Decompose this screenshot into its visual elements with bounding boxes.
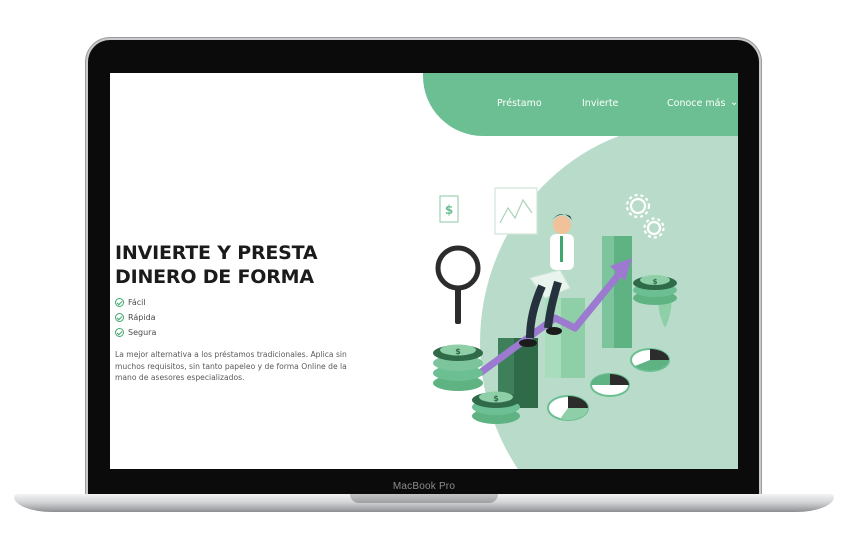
dollar-card-icon: $: [439, 195, 459, 223]
nav-item-invierte[interactable]: Invierte: [582, 98, 618, 109]
chart-window-icon: [494, 187, 538, 235]
feature-list: Fácil Rápida Segura: [115, 295, 156, 340]
feature-item: Segura: [115, 325, 156, 340]
coin-stack-right: $: [633, 275, 677, 305]
laptop-model-label: MacBook Pro: [392, 481, 456, 492]
feature-item: Rápida: [115, 310, 156, 325]
svg-text:$: $: [445, 203, 453, 217]
nav-item-prestamo[interactable]: Préstamo: [497, 98, 542, 109]
feature-item: Fácil: [115, 295, 156, 310]
magnifier-icon: [435, 245, 481, 324]
svg-text:$: $: [493, 394, 499, 403]
hero-title-line-2: DINERO DE FORMA: [115, 266, 314, 288]
feature-label: Rápida: [128, 313, 156, 322]
laptop-base-notch: [350, 494, 498, 503]
svg-text:$: $: [455, 347, 461, 356]
coin-stack-left: $: [433, 344, 483, 391]
nav-item-conoce-mas[interactable]: Conoce más: [667, 98, 725, 109]
feature-label: Fácil: [128, 298, 146, 307]
check-circle-icon: [115, 313, 124, 322]
gear-icon: [625, 193, 665, 239]
hero-title: INVIERTE Y PRESTA DINERO DE FORMA: [115, 241, 365, 289]
investment-illustration: $ $ $ $: [433, 187, 677, 424]
check-circle-icon: [115, 328, 124, 337]
feature-label: Segura: [128, 328, 157, 337]
check-circle-icon: [115, 298, 124, 307]
coin-stack-bottom: $: [472, 391, 520, 424]
chevron-down-icon[interactable]: ⌄: [730, 97, 738, 108]
svg-text:$: $: [653, 278, 658, 286]
hero-title-line-1: INVIERTE Y PRESTA: [115, 242, 318, 264]
website-screen: Préstamo Invierte Conoce más ⌄ INVIERTE …: [110, 73, 738, 469]
hero-description: La mejor alternativa a los préstamos tra…: [115, 350, 347, 382]
